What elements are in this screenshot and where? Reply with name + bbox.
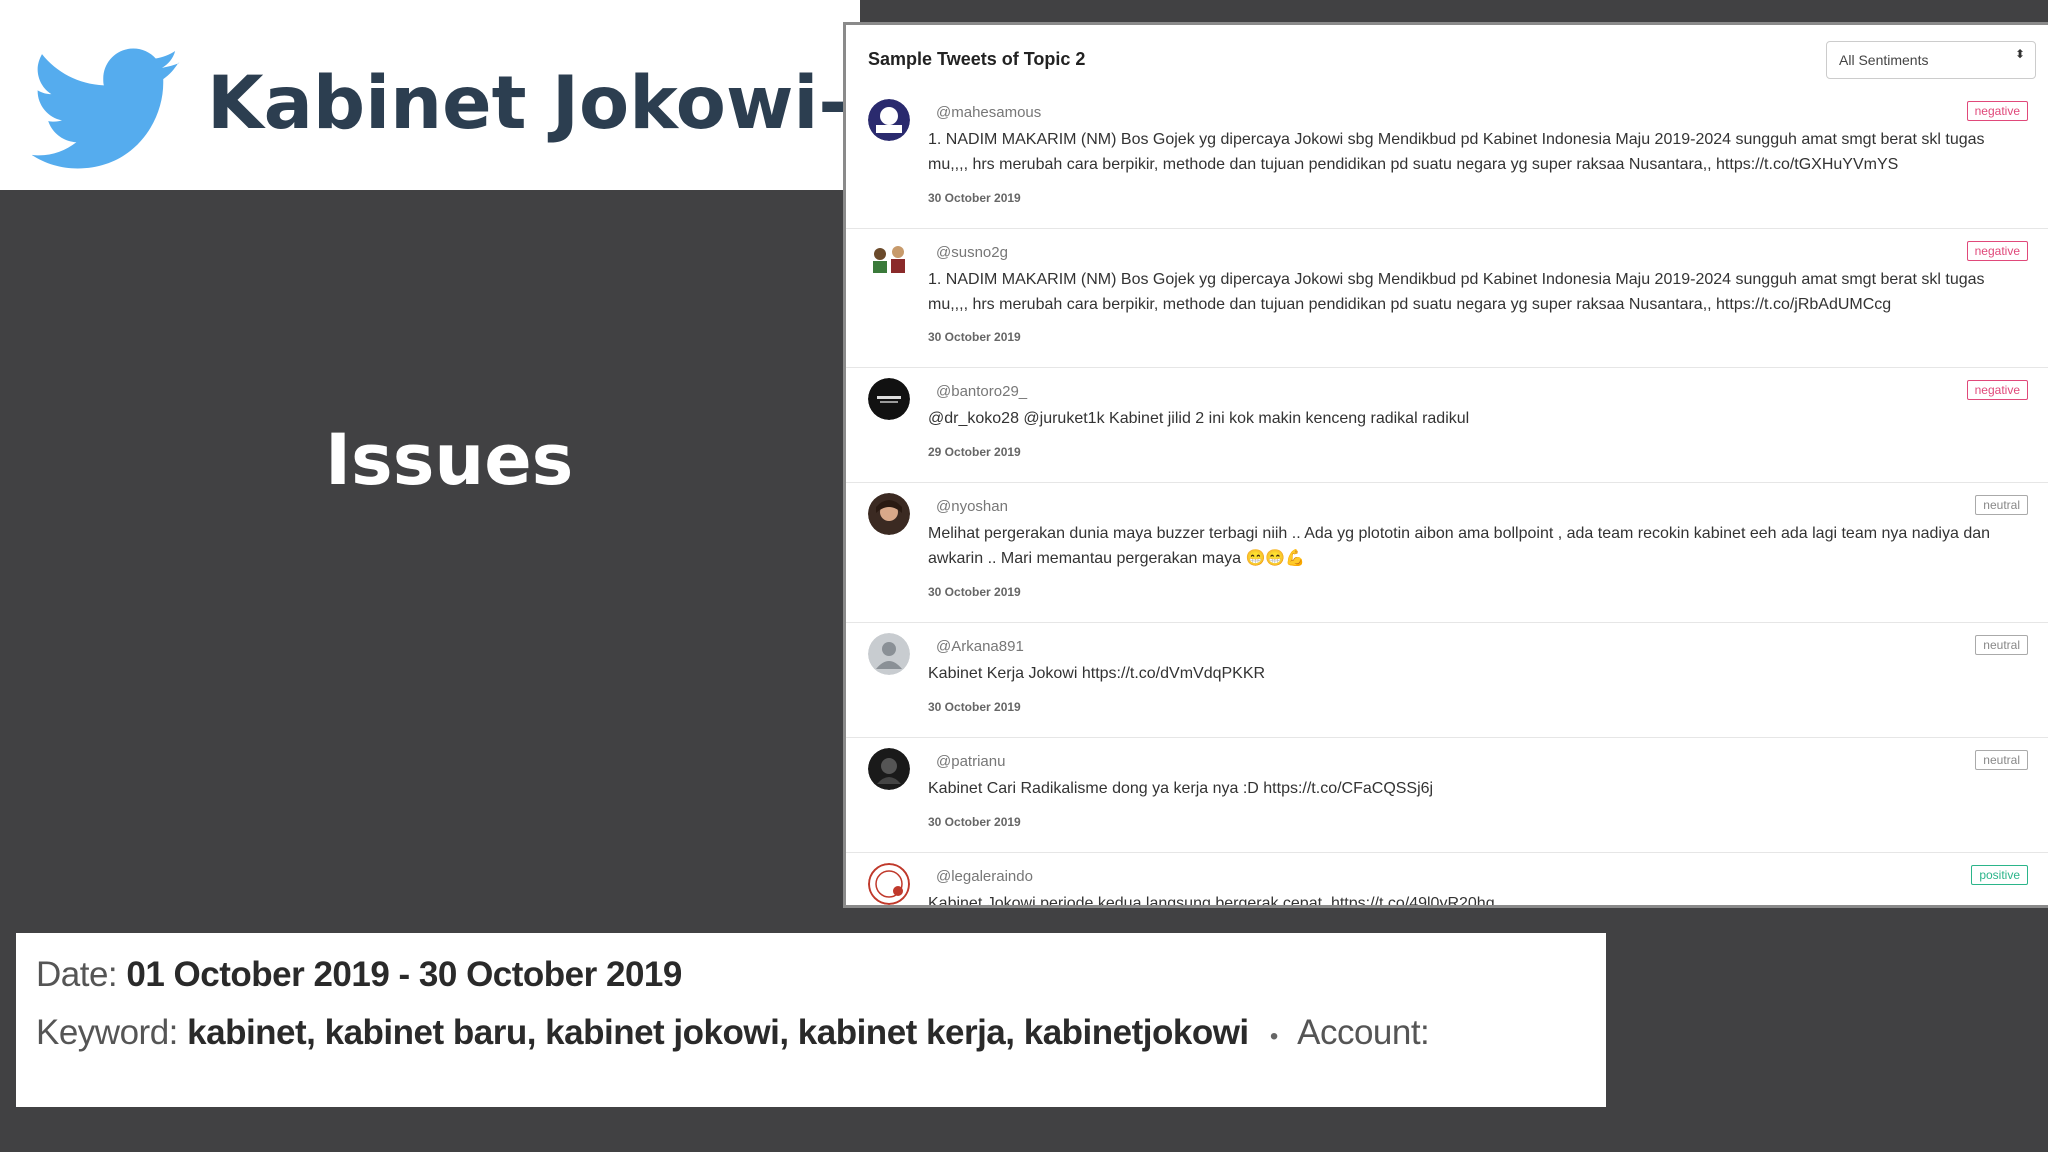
sentiment-badge: negative — [1966, 101, 2028, 121]
sentiment-badge: neutral — [1975, 750, 2028, 770]
tweet-item: @Arkana891 neutral Kabinet Kerja Jokowi … — [846, 623, 2048, 738]
sentiment-filter-select[interactable]: All Sentiments ⬍ — [1826, 41, 2036, 79]
panel-header: Sample Tweets of Topic 2 All Sentiments … — [846, 25, 2048, 85]
cartoon-people-icon[interactable] — [868, 239, 910, 281]
tweet-handle[interactable]: @Arkana891 — [936, 638, 1024, 655]
keyword-line: Keyword: kabinet, kabinet baru, kabinet … — [36, 1013, 1430, 1053]
slide-header: Kabinet Jokowi-M — [0, 0, 921, 190]
tweet-item: @patrianu neutral Kabinet Cari Radikalis… — [846, 738, 2048, 853]
tweet-date: 30 October 2019 — [928, 700, 1021, 714]
tweet-handle[interactable]: @patrianu — [936, 753, 1005, 770]
tweet-handle[interactable]: @susno2g — [936, 244, 1008, 261]
tweet-text: Kabinet Cari Radikalisme dong ya kerja n… — [928, 780, 1434, 797]
default-user-icon[interactable] — [868, 633, 910, 675]
tweet-text: Melihat pergerakan dunia maya buzzer ter… — [928, 525, 1991, 567]
tweet-item: @susno2g negative 1. NADIM MAKARIM (NM) … — [846, 229, 2048, 368]
panel-title: Sample Tweets of Topic 2 — [868, 49, 1086, 69]
tweet-item: @legaleraindo positive Kabinet Jokowi pe… — [846, 853, 2048, 908]
tweet-text: Kabinet Kerja Jokowi https://t.co/dVmVdq… — [928, 665, 1266, 682]
issues-heading: Issues — [325, 419, 574, 501]
portrait-photo-icon[interactable] — [868, 493, 910, 535]
sentiment-badge: positive — [1971, 865, 2028, 885]
dark-portrait-icon[interactable] — [868, 748, 910, 790]
account-label: Account: — [1297, 1013, 1430, 1052]
slide-title: Kabinet Jokowi-M — [207, 61, 922, 146]
tweet-handle[interactable]: @bantoro29_ — [936, 383, 1027, 400]
date-line: Date: 01 October 2019 - 30 October 2019 — [36, 955, 682, 995]
sample-tweets-panel: Sample Tweets of Topic 2 All Sentiments … — [843, 22, 2048, 908]
query-info-panel: Date: 01 October 2019 - 30 October 2019 … — [16, 933, 1606, 1107]
sentiment-badge: neutral — [1975, 635, 2028, 655]
sentiment-badge: negative — [1966, 241, 2028, 261]
twitter-bird-icon — [32, 48, 180, 169]
date-value: 01 October 2019 - 30 October 2019 — [126, 955, 682, 994]
tweet-handle[interactable]: @mahesamous — [936, 104, 1041, 121]
tweet-item: @mahesamous negative 1. NADIM MAKARIM (N… — [846, 89, 2048, 229]
tweet-text: Kabinet Jokowi periode kedua langsung be… — [928, 895, 1495, 908]
tweet-item: @nyoshan neutral Melihat pergerakan duni… — [846, 483, 2048, 623]
tweet-date: 30 October 2019 — [928, 585, 1021, 599]
tweet-date: 29 October 2019 — [928, 445, 1021, 459]
logo-badge-icon[interactable] — [868, 99, 910, 141]
legal-era-logo-icon[interactable] — [868, 863, 910, 905]
tweet-date: 30 October 2019 — [928, 191, 1021, 205]
tweet-item: @bantoro29_ negative @dr_koko28 @juruket… — [846, 368, 2048, 483]
tweet-text: 1. NADIM MAKARIM (NM) Bos Gojek yg diper… — [928, 271, 1985, 313]
keyword-value: kabinet, kabinet baru, kabinet jokowi, k… — [187, 1013, 1249, 1052]
tweet-text: @dr_koko28 @juruket1k Kabinet jilid 2 in… — [928, 410, 1470, 427]
tweet-handle[interactable]: @legaleraindo — [936, 868, 1033, 885]
sentiment-filter-value: All Sentiments — [1839, 52, 1929, 68]
dark-logo-icon[interactable] — [868, 378, 910, 420]
tweet-text: 1. NADIM MAKARIM (NM) Bos Gojek yg diper… — [928, 131, 1985, 173]
select-chevron-icon: ⬍ — [2014, 47, 2025, 61]
date-label: Date: — [36, 955, 118, 994]
sentiment-badge: neutral — [1975, 495, 2028, 515]
separator-dot: • — [1269, 1023, 1278, 1050]
keyword-label: Keyword: — [36, 1013, 178, 1052]
tweet-date: 30 October 2019 — [928, 815, 1021, 829]
tweet-date: 30 October 2019 — [928, 330, 1021, 344]
sentiment-badge: negative — [1966, 380, 2028, 400]
tweet-handle[interactable]: @nyoshan — [936, 498, 1008, 515]
